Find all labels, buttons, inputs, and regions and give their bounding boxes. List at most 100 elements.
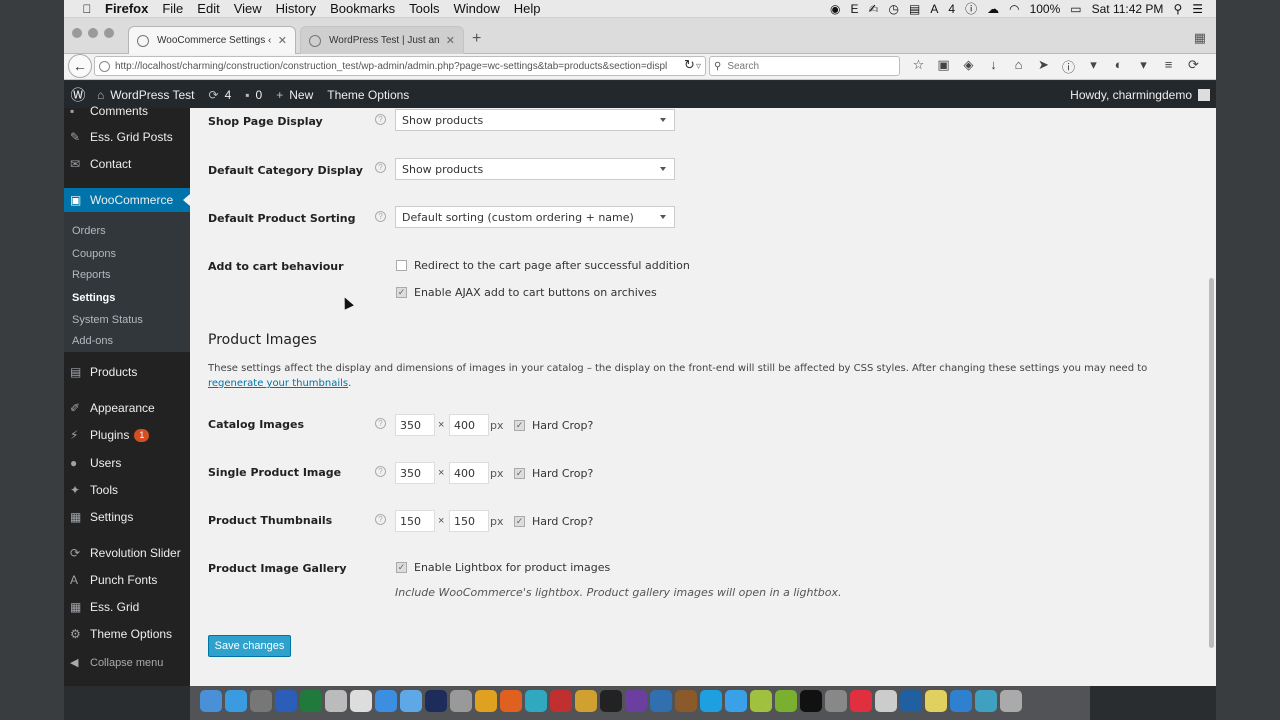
sidebar-item-woocommerce[interactable]: ▣ WooCommerce [64,188,190,212]
skype-icon[interactable] [700,690,722,712]
submenu-reports[interactable]: Reports [72,269,111,281]
regenerate-thumbnails-link[interactable]: regenerate your thumbnails [208,378,348,389]
clock-text[interactable]: Sat 11:42 PM [1087,2,1169,16]
account-menu[interactable]: Howdy, charmingdemo [1070,88,1216,102]
help-icon[interactable]: ? [375,418,386,429]
script-icon[interactable] [325,690,347,712]
more-arrow-icon[interactable]: ▾ [1081,57,1106,76]
shop-page-display-select[interactable]: Show products [395,109,675,131]
back-button[interactable]: ← [68,54,92,78]
submenu-system-status[interactable]: System Status [72,314,143,326]
itunes-icon[interactable] [850,690,872,712]
safari-icon[interactable] [375,690,397,712]
sidebar-item-comments[interactable]: ▪ Comments [64,99,190,123]
redirect-checkbox[interactable] [396,260,407,271]
extension-icon[interactable]: ◐ [1106,57,1131,76]
catalog-hard-crop-checkbox[interactable]: ✓ [514,420,525,431]
adobe-icon[interactable]: A [925,2,943,16]
hamburger-menu-icon[interactable]: ≡ [1156,57,1181,76]
single-hard-crop-checkbox[interactable]: ✓ [514,468,525,479]
evernote-icon[interactable]: E [845,2,863,16]
submenu-settings[interactable]: Settings [72,292,115,304]
url-dropdown-icon[interactable]: ▿ [696,61,701,72]
sidebar-item-appearance[interactable]: ✐ Appearance [64,396,190,420]
photoshop-icon[interactable] [425,690,447,712]
menu-history[interactable]: History [269,1,323,16]
thumbnail-height-input[interactable]: 150 [449,510,489,532]
menu-app-name[interactable]: Firefox [98,1,155,16]
catalog-width-input[interactable]: 350 [395,414,435,436]
pocket-icon[interactable]: ◈ [956,57,981,76]
stickies-icon[interactable] [925,690,947,712]
trash-icon[interactable] [1000,690,1022,712]
preview-icon[interactable] [875,690,897,712]
twitter-icon[interactable] [725,690,747,712]
reading-list-icon[interactable]: ▣ [931,57,956,76]
comments-link[interactable]: ▪ 0 [238,88,269,102]
updates-link[interactable]: ⟳ 4 [202,88,239,102]
menu-tools[interactable]: Tools [402,1,446,16]
help-icon[interactable]: ? [375,514,386,525]
url-bar[interactable]: http://localhost/charming/construction/c… [94,56,706,76]
redirect-checkbox-label[interactable]: Redirect to the cart page after successf… [414,259,690,272]
wifi-icon[interactable]: ◠ [1004,2,1024,16]
disk-utility-icon[interactable] [825,690,847,712]
menu-window[interactable]: Window [447,1,507,16]
search-input[interactable]: ⚲ Search [709,56,900,76]
cheese-icon[interactable] [575,690,597,712]
sidebar-item-contact[interactable]: ✉ Contact [64,152,190,176]
close-tab-icon[interactable]: ✕ [446,34,455,47]
submenu-add-ons[interactable]: Add-ons [72,335,113,347]
chrome-icon[interactable] [475,690,497,712]
icloud-icon[interactable] [400,690,422,712]
catalog-height-input[interactable]: 400 [449,414,489,436]
collapse-menu-button[interactable]: ◀ Collapse menu [70,656,163,670]
tab-groups-icon[interactable]: ▦ [1194,30,1206,46]
notes-icon[interactable] [350,690,372,712]
settings-app-icon[interactable] [650,690,672,712]
sidebar-item-tools[interactable]: ✦ Tools [64,478,190,502]
lightbox-checkbox-label[interactable]: Enable Lightbox for product images [414,561,610,574]
extension-dropdown-icon[interactable]: ▾ [1131,57,1156,76]
dropbox-icon[interactable] [950,690,972,712]
pen-icon[interactable] [750,690,772,712]
quicktime-icon[interactable] [975,690,997,712]
yelp-icon[interactable] [550,690,572,712]
minimize-window-button[interactable] [88,28,98,38]
lightbox-checkbox[interactable]: ✓ [396,562,407,573]
clock-icon[interactable]: ◷ [884,2,904,16]
tab-wordpress-test[interactable]: WordPress Test | Just anot... ✕ [300,26,464,54]
help-icon[interactable]: ? [375,162,386,173]
new-content-link[interactable]: + New [269,88,320,102]
help-icon[interactable]: ? [375,114,386,125]
menu-bookmarks[interactable]: Bookmarks [323,1,402,16]
sidebar-item-punch-fonts[interactable]: A Punch Fonts [64,568,190,592]
save-changes-button[interactable]: Save changes [208,635,291,657]
theme-options-link[interactable]: Theme Options [320,88,416,102]
sidebar-item-ess-grid[interactable]: ▦ Ess. Grid [64,595,190,619]
word-icon[interactable] [275,690,297,712]
password-icon[interactable]: ⓘ [960,0,982,17]
firefox-icon[interactable] [500,690,522,712]
hard-crop-label[interactable]: Hard Crop? [532,515,593,528]
sidebar-item-users[interactable]: ● Users [64,451,190,475]
messages-icon[interactable] [225,690,247,712]
archive-icon[interactable] [675,690,697,712]
home-icon[interactable]: ⌂ [1006,57,1031,76]
apple-icon[interactable]:  [76,2,98,16]
menu-help[interactable]: Help [507,1,548,16]
launchpad-icon[interactable] [250,690,272,712]
bookmark-star-icon[interactable]: ☆ [906,57,931,76]
vine-icon[interactable] [775,690,797,712]
d-app-icon[interactable] [800,690,822,712]
zoom-window-button[interactable] [104,28,114,38]
onepassword-icon[interactable] [900,690,922,712]
new-tab-icon[interactable]: + [472,30,481,48]
signature-icon[interactable]: ✍ [863,2,883,16]
close-tab-icon[interactable]: ✕ [278,34,287,47]
github-icon[interactable] [625,690,647,712]
ajax-checkbox-label[interactable]: Enable AJAX add to cart buttons on archi… [414,286,657,299]
sidebar-item-theme-options[interactable]: ⚙ Theme Options [64,622,190,646]
thumbnail-width-input[interactable]: 150 [395,510,435,532]
site-info-icon[interactable] [99,60,110,72]
